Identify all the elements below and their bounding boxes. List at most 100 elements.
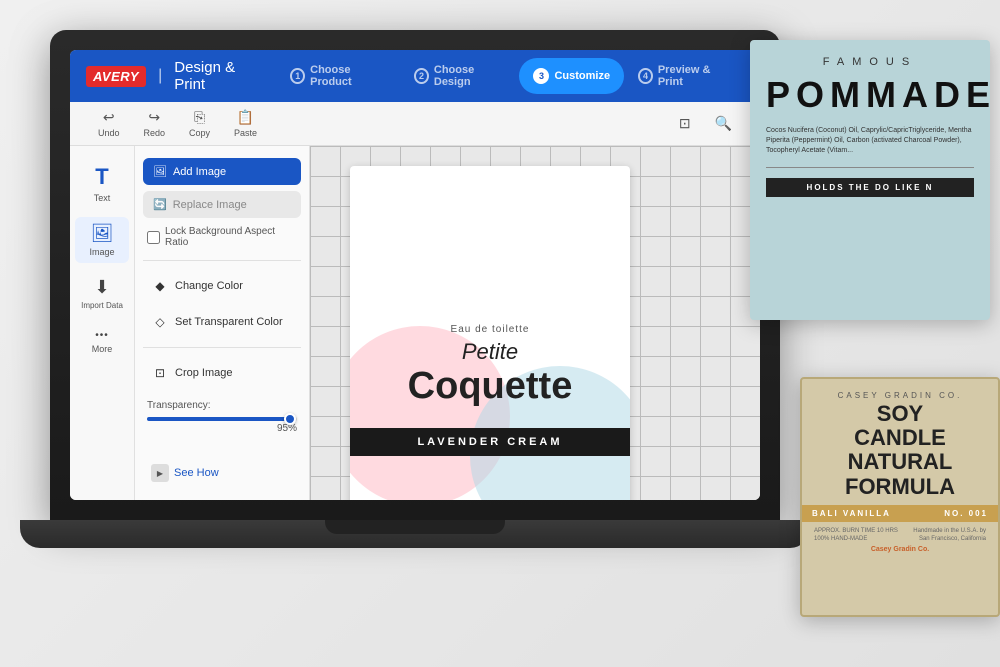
candle-details: APPROX. BURN TIME 10 HRS Handmade in the… [814, 528, 986, 542]
step-choose-design[interactable]: 2 Choose Design [400, 58, 519, 94]
step-label-4: Preview & Print [658, 64, 730, 88]
sidebar-text-label: Text [94, 193, 111, 203]
candle-extra-row: 100% HAND-MADE San Francisco, California [814, 536, 986, 542]
laptop-screen: AVERY | Design & Print 1 Choose Product … [70, 50, 760, 500]
sidebar-icons: T Text 🖼 Image ⬇ Import Data ••• [70, 146, 135, 500]
pommade-divider [766, 167, 974, 168]
step-num-3: 3 [533, 68, 549, 84]
sidebar-item-import[interactable]: ⬇ Import Data [75, 271, 129, 316]
candle-no: NO. 001 [944, 509, 988, 518]
see-how-button[interactable]: ▶ See How [143, 458, 301, 488]
set-transparent-label: Set Transparent Color [175, 316, 283, 328]
step-preview[interactable]: 4 Preview & Print [624, 58, 744, 94]
lock-aspect-input[interactable] [147, 231, 160, 244]
step-num-2: 2 [414, 68, 429, 84]
candle-handmade: Handmade in the U.S.A. by [913, 528, 986, 534]
label-title1: Petite [370, 339, 610, 365]
label-content: Eau de toilette Petite Coquette [350, 304, 630, 428]
candle-burn-row: APPROX. BURN TIME 10 HRS Handmade in the… [814, 528, 986, 534]
replace-image-button[interactable]: 🔄 Replace Image [143, 191, 301, 218]
candle-band: BALI VANILLA NO. 001 [802, 505, 998, 522]
crop-image-action[interactable]: ⊡ Crop Image [143, 358, 301, 388]
pommade-tagline: HOLDS THE DO LIKE N [766, 178, 974, 197]
import-icon: ⬇ [94, 277, 109, 298]
sidebar-item-text[interactable]: T Text [75, 158, 129, 209]
crop-icon: ⊡ [151, 364, 169, 382]
sidebar-image-label: Image [89, 247, 114, 257]
redo-button[interactable]: ↪ Redo [132, 105, 178, 142]
laptop-base [20, 520, 810, 548]
avery-logo: AVERY [86, 66, 146, 87]
copy-icon: ⎘ [194, 109, 205, 126]
paste-icon: 📋 [237, 109, 254, 126]
set-transparent-action[interactable]: ◇ Set Transparent Color [143, 307, 301, 337]
add-image-icon: 🖼 [153, 165, 167, 178]
panel-divider-2 [143, 347, 301, 348]
add-image-button[interactable]: 🖼 Add Image [143, 158, 301, 185]
toolbar: ↩ Undo ↪ Redo ⎘ Copy 📋 Paste [70, 102, 760, 146]
pommade-famous: FAMOUS [766, 56, 974, 68]
app-header: AVERY | Design & Print 1 Choose Product … [70, 50, 760, 102]
slider-container [143, 417, 301, 421]
redo-icon: ↪ [148, 109, 160, 126]
transparency-value: 95% [143, 421, 301, 436]
lock-aspect-label: Lock Background Aspect Ratio [165, 226, 297, 248]
paste-label: Paste [234, 128, 257, 138]
candle-burn: APPROX. BURN TIME 10 HRS [814, 528, 898, 534]
step-label-3: Customize [554, 70, 610, 82]
sidebar-more-label: More [92, 344, 113, 354]
lock-aspect-checkbox[interactable]: Lock Background Aspect Ratio [143, 224, 301, 250]
transparency-label: Transparency: [143, 398, 301, 413]
label-design[interactable]: Eau de toilette Petite Coquette LAVENDER… [350, 166, 630, 500]
candle-candle: CANDLE [854, 425, 946, 450]
copy-button[interactable]: ⎘ Copy [177, 105, 222, 142]
step-num-4: 4 [638, 68, 653, 84]
play-icon: ▶ [151, 464, 169, 482]
redo-label: Redo [144, 128, 166, 138]
label-subtitle: Eau de toilette [370, 324, 610, 335]
zoom-in-button[interactable]: 🔍 [703, 111, 744, 136]
zoom-in-icon: 🔍 [715, 115, 732, 132]
transparency-section: Transparency: 95% [143, 398, 301, 436]
candle-soy: SOY [877, 401, 923, 426]
change-color-action[interactable]: ◆ Change Color [143, 271, 301, 301]
transparency-slider[interactable] [147, 417, 297, 421]
candle-title: SOY CANDLE NATURAL FORMULA [814, 402, 986, 499]
copy-label: Copy [189, 128, 210, 138]
image-icon: 🖼 [91, 223, 114, 244]
app-title: Design & Print [174, 59, 264, 93]
sidebar-import-label: Import Data [81, 301, 123, 310]
sidebar-item-image[interactable]: 🖼 Image [75, 217, 129, 263]
pommade-title: POMMADE [766, 74, 974, 116]
sidebar-item-more[interactable]: ••• More [75, 324, 129, 360]
steps-bar: 1 Choose Product 2 Choose Design 3 Custo… [276, 58, 744, 94]
laptop-body: AVERY | Design & Print 1 Choose Product … [50, 30, 780, 520]
undo-button[interactable]: ↩ Undo [86, 105, 132, 142]
candle-maker: Casey Gradin Co. [814, 546, 986, 553]
set-transparent-icon: ◇ [151, 313, 169, 331]
laptop: AVERY | Design & Print 1 Choose Product … [50, 30, 800, 610]
replace-image-icon: 🔄 [153, 198, 167, 211]
more-icon: ••• [95, 330, 109, 341]
label-band: LAVENDER CREAM [350, 428, 630, 456]
step-choose-product[interactable]: 1 Choose Product [276, 58, 400, 94]
scene: AVERY | Design & Print 1 Choose Product … [0, 0, 1000, 667]
panel-divider-1 [143, 260, 301, 261]
change-color-label: Change Color [175, 280, 243, 292]
step-label-2: Choose Design [434, 64, 506, 88]
step-label-1: Choose Product [310, 64, 386, 88]
slider-thumb [284, 413, 296, 425]
change-color-icon: ◆ [151, 277, 169, 295]
candle-natural: NATURAL [848, 449, 953, 474]
pommade-card: FAMOUS POMMADE Cocos Nucifera (Coconut) … [750, 40, 990, 320]
paste-button[interactable]: 📋 Paste [222, 105, 269, 142]
candle-location: San Francisco, California [919, 536, 986, 542]
title-separator: | [158, 67, 162, 85]
candle-flavor: BALI VANILLA [812, 509, 891, 518]
zoom-fit-icon: ⊡ [679, 115, 691, 132]
replace-image-label: Replace Image [173, 199, 247, 211]
candle-handmade2: 100% HAND-MADE [814, 536, 867, 542]
zoom-fit-button[interactable]: ⊡ [667, 111, 703, 136]
step-customize[interactable]: 3 Customize [519, 58, 624, 94]
main-area: T Text 🖼 Image ⬇ Import Data ••• [70, 146, 760, 500]
